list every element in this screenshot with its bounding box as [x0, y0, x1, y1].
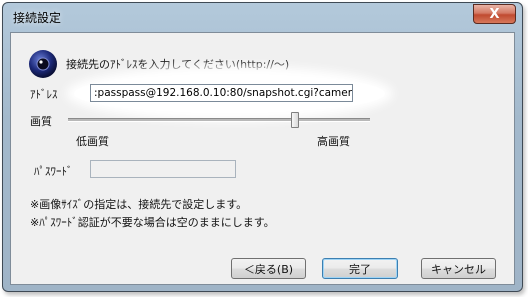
- quality-slider-thumb[interactable]: [290, 112, 299, 128]
- note-image-size: ※画像ｻｲｽﾞの指定は、接続先で設定します。: [30, 198, 248, 211]
- dialog-body: 接続先のｱﾄﾞﾚｽを入力してください(http://～) ｱﾄﾞﾚｽ :pass…: [10, 32, 515, 285]
- camera-icon: [29, 50, 57, 78]
- address-label: ｱﾄﾞﾚｽ: [30, 88, 58, 101]
- close-icon: X: [489, 6, 500, 22]
- window-title: 接続設定: [13, 11, 62, 25]
- close-button[interactable]: X: [473, 4, 516, 24]
- password-input[interactable]: [90, 160, 236, 178]
- address-prompt: 接続先のｱﾄﾞﾚｽを入力してください(http://～): [66, 58, 290, 71]
- quality-high-label: 高画質: [317, 135, 350, 148]
- back-button[interactable]: ＜戻る(B): [231, 258, 306, 279]
- address-input[interactable]: :passpass@192.168.0.10:80/snapshot.cgi?c…: [90, 84, 353, 102]
- done-button[interactable]: 完了: [322, 258, 398, 279]
- quality-label: 画質: [30, 115, 52, 128]
- cancel-button[interactable]: キャンセル: [421, 258, 496, 279]
- password-label: ﾊﾟｽﾜｰﾄﾞ: [34, 165, 73, 178]
- title-bar[interactable]: 接続設定 X: [3, 3, 522, 31]
- connection-settings-dialog: 接続設定 X 接続先のｱﾄﾞﾚｽを入力してください(http://～) ｱﾄﾞﾚ…: [2, 2, 523, 292]
- quality-low-label: 低画質: [76, 135, 109, 148]
- quality-slider-track[interactable]: [68, 118, 370, 122]
- note-password: ※ﾊﾟｽﾜｰﾄﾞ認証が不要な場合は空のままにします。: [30, 216, 275, 229]
